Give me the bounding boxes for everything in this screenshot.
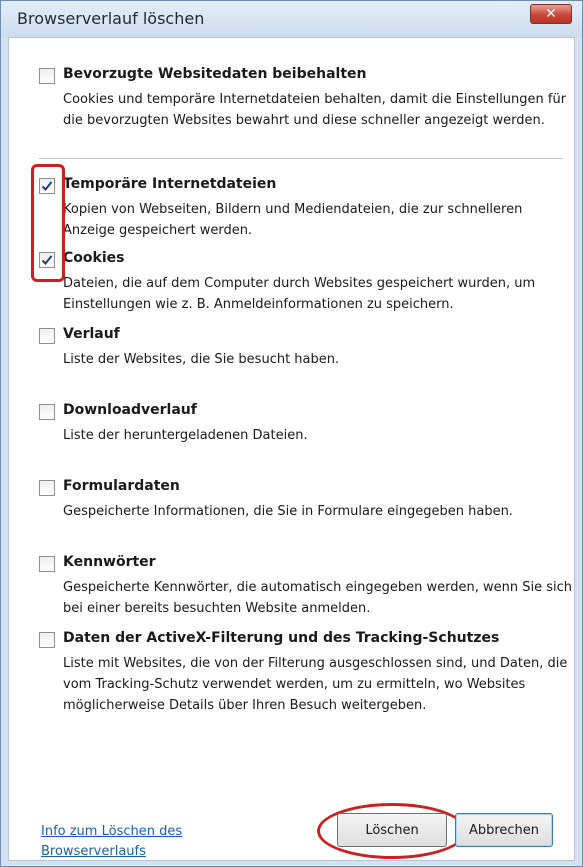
option-title: Kennwörter <box>63 554 156 570</box>
option-description: Liste der heruntergeladenen Dateien. <box>63 428 308 443</box>
checkbox-passwords[interactable] <box>39 556 55 572</box>
option-description: Gespeicherte Informationen, die Sie in F… <box>63 504 513 519</box>
delete-browsing-history-dialog: Browserverlauf löschen ✕ Bevorzugte Webs… <box>0 0 583 867</box>
option-title: Daten der ActiveX-Filterung und des Trac… <box>63 630 500 646</box>
divider <box>39 158 563 159</box>
checkbox-activex-tracking[interactable] <box>39 632 55 648</box>
dialog-title: Browserverlauf löschen <box>17 9 205 28</box>
cancel-button[interactable]: Abbrechen <box>455 813 553 847</box>
option-description: Liste der Websites, die Sie besucht habe… <box>63 352 340 367</box>
option-description: Dateien, die auf dem Computer durch Webs… <box>63 276 536 312</box>
checkbox-download-history[interactable] <box>39 404 55 420</box>
delete-button[interactable]: Löschen <box>337 813 447 847</box>
option-description: Kopien von Webseiten, Bildern und Medien… <box>63 202 523 238</box>
close-button[interactable]: ✕ <box>530 4 572 24</box>
option-title: Downloadverlauf <box>63 402 197 418</box>
option-title: Verlauf <box>63 326 120 342</box>
dialog-content: Bevorzugte Websitedaten beibehalten Cook… <box>8 37 575 861</box>
checkbox-history[interactable] <box>39 328 55 344</box>
close-icon: ✕ <box>545 6 557 22</box>
option-title: Temporäre Internetdateien <box>63 176 277 192</box>
info-link[interactable]: Info zum Löschen des Browserverlaufs <box>41 822 241 862</box>
option-title: Bevorzugte Websitedaten beibehalten <box>63 66 367 82</box>
option-description: Gespeicherte Kennwörter, die automatisch… <box>63 580 573 616</box>
option-title: Formulardaten <box>63 478 180 494</box>
option-title: Cookies <box>63 250 125 266</box>
title-bar: Browserverlauf löschen ✕ <box>1 1 582 37</box>
checkbox-form-data[interactable] <box>39 480 55 496</box>
option-description: Cookies und temporäre Internetdateien be… <box>63 92 567 128</box>
checkbox-preserve-favorites[interactable] <box>39 68 55 84</box>
highlight-annotation-checkboxes <box>31 164 65 282</box>
option-description: Liste mit Websites, die von der Filterun… <box>63 656 568 713</box>
